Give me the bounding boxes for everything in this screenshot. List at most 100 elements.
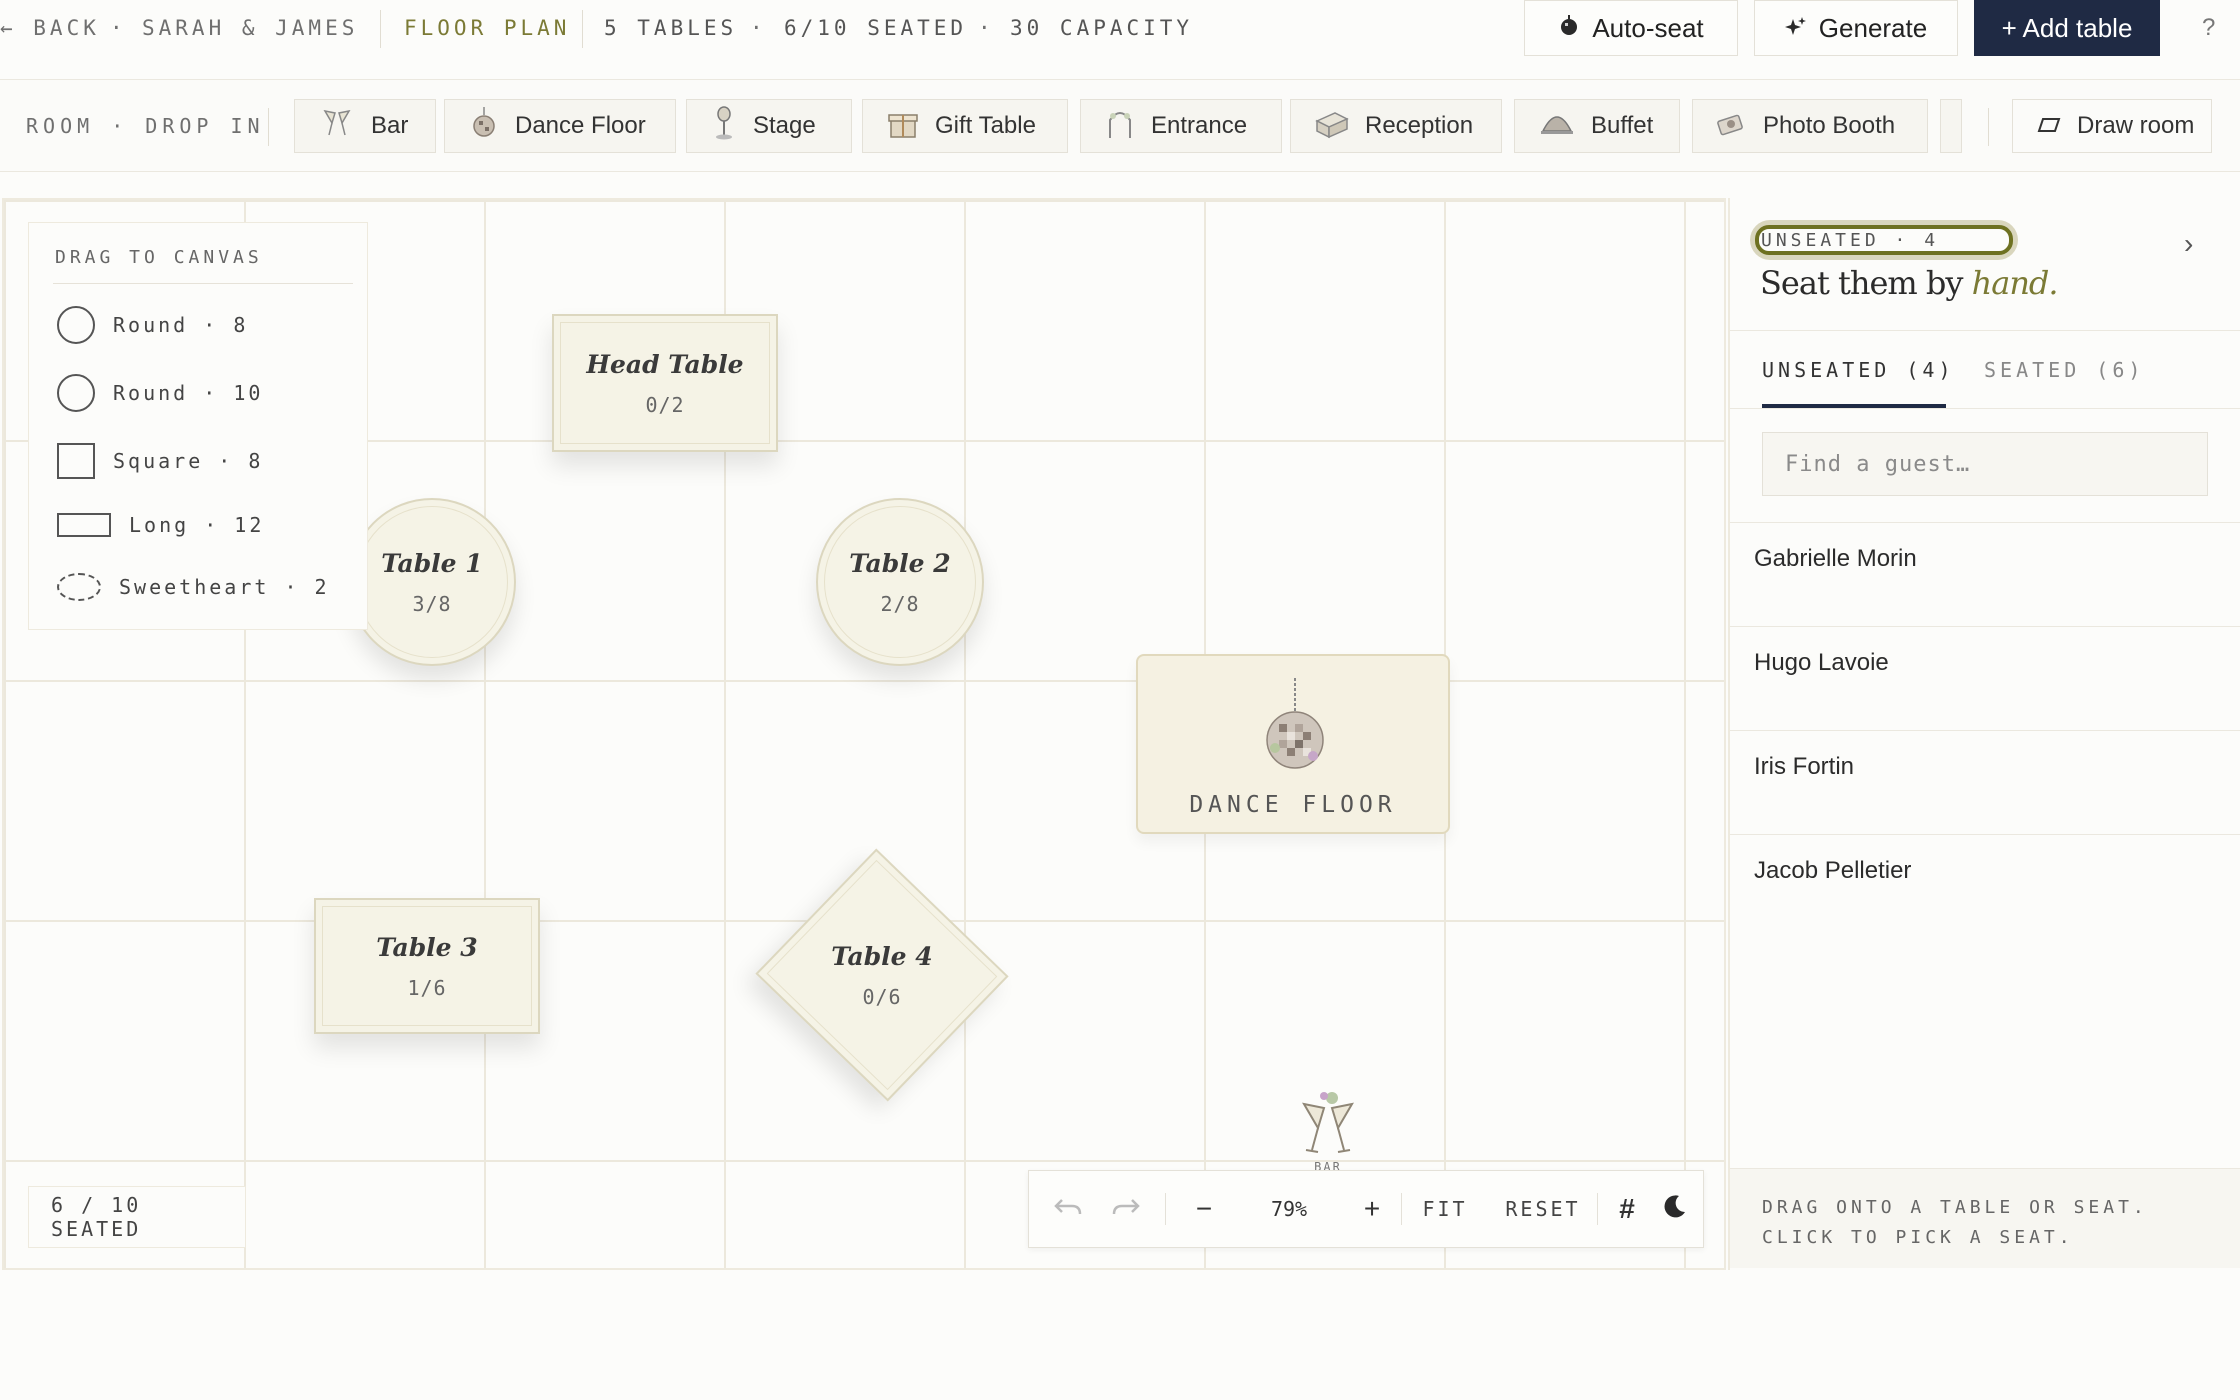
guest-side-panel: UNSEATED · 4 › Seat them by hand. UNSEAT… (1728, 198, 2240, 1270)
microphone-icon (711, 105, 737, 147)
element-chip-photo-booth[interactable]: Photo Booth (1692, 99, 1928, 153)
crumb-separator: · (978, 16, 995, 40)
table-2[interactable]: Table 2 2/8 (816, 498, 984, 666)
disco-ball-icon (1558, 13, 1580, 44)
element-chip-label: Bar (371, 112, 409, 139)
hint-line: CLICK TO PICK A SEAT. (1762, 1227, 2074, 1248)
draw-room-button[interactable]: Draw room (2012, 99, 2212, 153)
dark-mode-toggle[interactable] (1651, 1171, 1697, 1247)
auto-seat-button[interactable]: Auto-seat (1524, 0, 1738, 56)
table-4-shape[interactable] (755, 848, 1009, 1102)
palette-item-label: Long · 12 (129, 513, 265, 537)
element-chip-label: Stage (753, 112, 816, 139)
element-chip-bar[interactable]: Bar (294, 99, 436, 153)
zoom-in-button[interactable]: + (1347, 1171, 1397, 1247)
chevron-right-icon[interactable]: › (2184, 228, 2193, 260)
palette-item-label: Sweetheart · 2 (119, 575, 330, 599)
divider (1730, 330, 2240, 331)
divider (1597, 1193, 1598, 1225)
palette-item-label: Square · 8 (113, 449, 264, 473)
fit-button[interactable]: FIT (1405, 1171, 1485, 1247)
room-elements-toolbar: ROOM · DROP IN Bar Dance Floor Stage Gif… (0, 80, 2240, 172)
unseated-badge-label: UNSEATED · 4 (1755, 225, 2013, 255)
auto-seat-label: Auto-seat (1592, 12, 1704, 43)
palette-item-long-12[interactable]: Long · 12 (57, 505, 264, 545)
draw-room-label: Draw room (2077, 112, 2195, 139)
element-chip-overflow[interactable] (1940, 99, 1962, 153)
capacity-summary: 30 CAPACITY (1010, 16, 1194, 40)
table-name: Head Table (586, 349, 744, 379)
element-chip-stage[interactable]: Stage (686, 99, 852, 153)
guest-item[interactable]: Gabrielle Morin (1730, 522, 2240, 626)
grid-toggle-button[interactable]: # (1607, 1171, 1647, 1247)
undo-icon (1054, 1196, 1082, 1223)
crumb-separator: · (750, 16, 767, 40)
guest-item[interactable]: Iris Fortin (1730, 730, 2240, 834)
element-chip-label: Buffet (1591, 112, 1654, 139)
back-link[interactable]: ← BACK (0, 16, 100, 40)
tab-seated[interactable]: SEATED (6) (1984, 358, 2144, 382)
zoom-out-button[interactable]: − (1179, 1171, 1229, 1247)
sparkle-icon (1784, 13, 1807, 44)
table-name: Table 3 (376, 932, 478, 962)
panel-hint: DRAG ONTO A TABLE OR SEAT. CLICK TO PICK… (1730, 1168, 2240, 1268)
element-chip-gift-table[interactable]: Gift Table (862, 99, 1068, 153)
divider (53, 283, 353, 284)
table-4-rotator (755, 848, 1009, 1102)
sweetheart-table-icon (57, 573, 101, 601)
palette-item-round-10[interactable]: Round · 10 (57, 373, 263, 413)
section-title: FLOOR PLAN (404, 16, 571, 40)
disco-ball-icon (469, 106, 499, 146)
dance-floor-element[interactable]: DANCE FLOOR (1136, 654, 1450, 834)
top-bar: ← BACK · SARAH & JAMES FLOOR PLAN 5 TABL… (0, 0, 2240, 80)
divider (582, 10, 583, 48)
table-name: Table 1 (381, 548, 483, 578)
panel-title: Seat them by hand. (1760, 264, 2059, 302)
parallelogram-icon (2037, 112, 2061, 140)
reception-desk-icon (1315, 107, 1349, 146)
guest-item[interactable]: Hugo Lavoie (1730, 626, 2240, 730)
element-chip-buffet[interactable]: Buffet (1514, 99, 1680, 153)
divider (1165, 1193, 1166, 1225)
guest-search-input[interactable] (1762, 432, 2208, 496)
add-table-label: + Add table (2001, 12, 2133, 43)
long-table-icon (57, 513, 111, 537)
canvas-seated-count: 6 / 10 SEATED (28, 1186, 246, 1248)
palette-item-sweetheart-2[interactable]: Sweetheart · 2 (57, 567, 330, 607)
crumb-separator: · (110, 16, 127, 40)
floor-plan-canvas[interactable]: Head Table 0/2 Table 1 3/8 Table 2 2/8 T… (2, 198, 1726, 1270)
table-head-table[interactable]: Head Table 0/2 (552, 314, 778, 452)
undo-button[interactable] (1043, 1171, 1093, 1247)
palette-item-round-8[interactable]: Round · 8 (57, 305, 248, 345)
palette-item-square-8[interactable]: Square · 8 (57, 441, 263, 481)
table-3[interactable]: Table 3 1/6 (314, 898, 540, 1034)
generate-button[interactable]: Generate (1754, 0, 1958, 56)
redo-button[interactable] (1101, 1171, 1151, 1247)
add-table-button[interactable]: + Add table (1974, 0, 2160, 56)
palette-item-label: Round · 8 (113, 313, 249, 337)
element-chip-label: Gift Table (935, 112, 1036, 139)
bar-element[interactable]: BAR (1288, 1090, 1368, 1174)
panel-title-emphasis: hand. (1971, 264, 2059, 302)
element-chip-entrance[interactable]: Entrance (1080, 99, 1282, 153)
unseated-badge: UNSEATED · 4 (1750, 220, 2018, 260)
tab-unseated[interactable]: UNSEATED (4) (1762, 358, 1955, 382)
table-1[interactable]: Table 1 3/8 (348, 498, 516, 666)
event-name: SARAH & JAMES (142, 16, 359, 40)
table-seat-count: 2/8 (880, 591, 920, 616)
camera-icon (1717, 110, 1747, 143)
palette-title: DRAG TO CANVAS (55, 247, 263, 268)
zoom-level: 79% (1270, 1197, 1308, 1221)
tables-count: 5 TABLES (604, 16, 738, 40)
divider (1988, 108, 1989, 146)
moon-icon (1661, 1194, 1687, 1225)
divider (1401, 1193, 1402, 1225)
element-chip-reception[interactable]: Reception (1290, 99, 1502, 153)
element-chip-dance-floor[interactable]: Dance Floor (444, 99, 676, 153)
zoom-toolbar: − 79% + FIT RESET # (1028, 1170, 1704, 1248)
reset-button[interactable]: RESET (1493, 1171, 1593, 1247)
help-button[interactable]: ? (2202, 14, 2215, 42)
guest-item[interactable]: Jacob Pelletier (1730, 834, 2240, 938)
element-chip-label: Dance Floor (515, 112, 646, 139)
round-table-icon (57, 306, 95, 344)
